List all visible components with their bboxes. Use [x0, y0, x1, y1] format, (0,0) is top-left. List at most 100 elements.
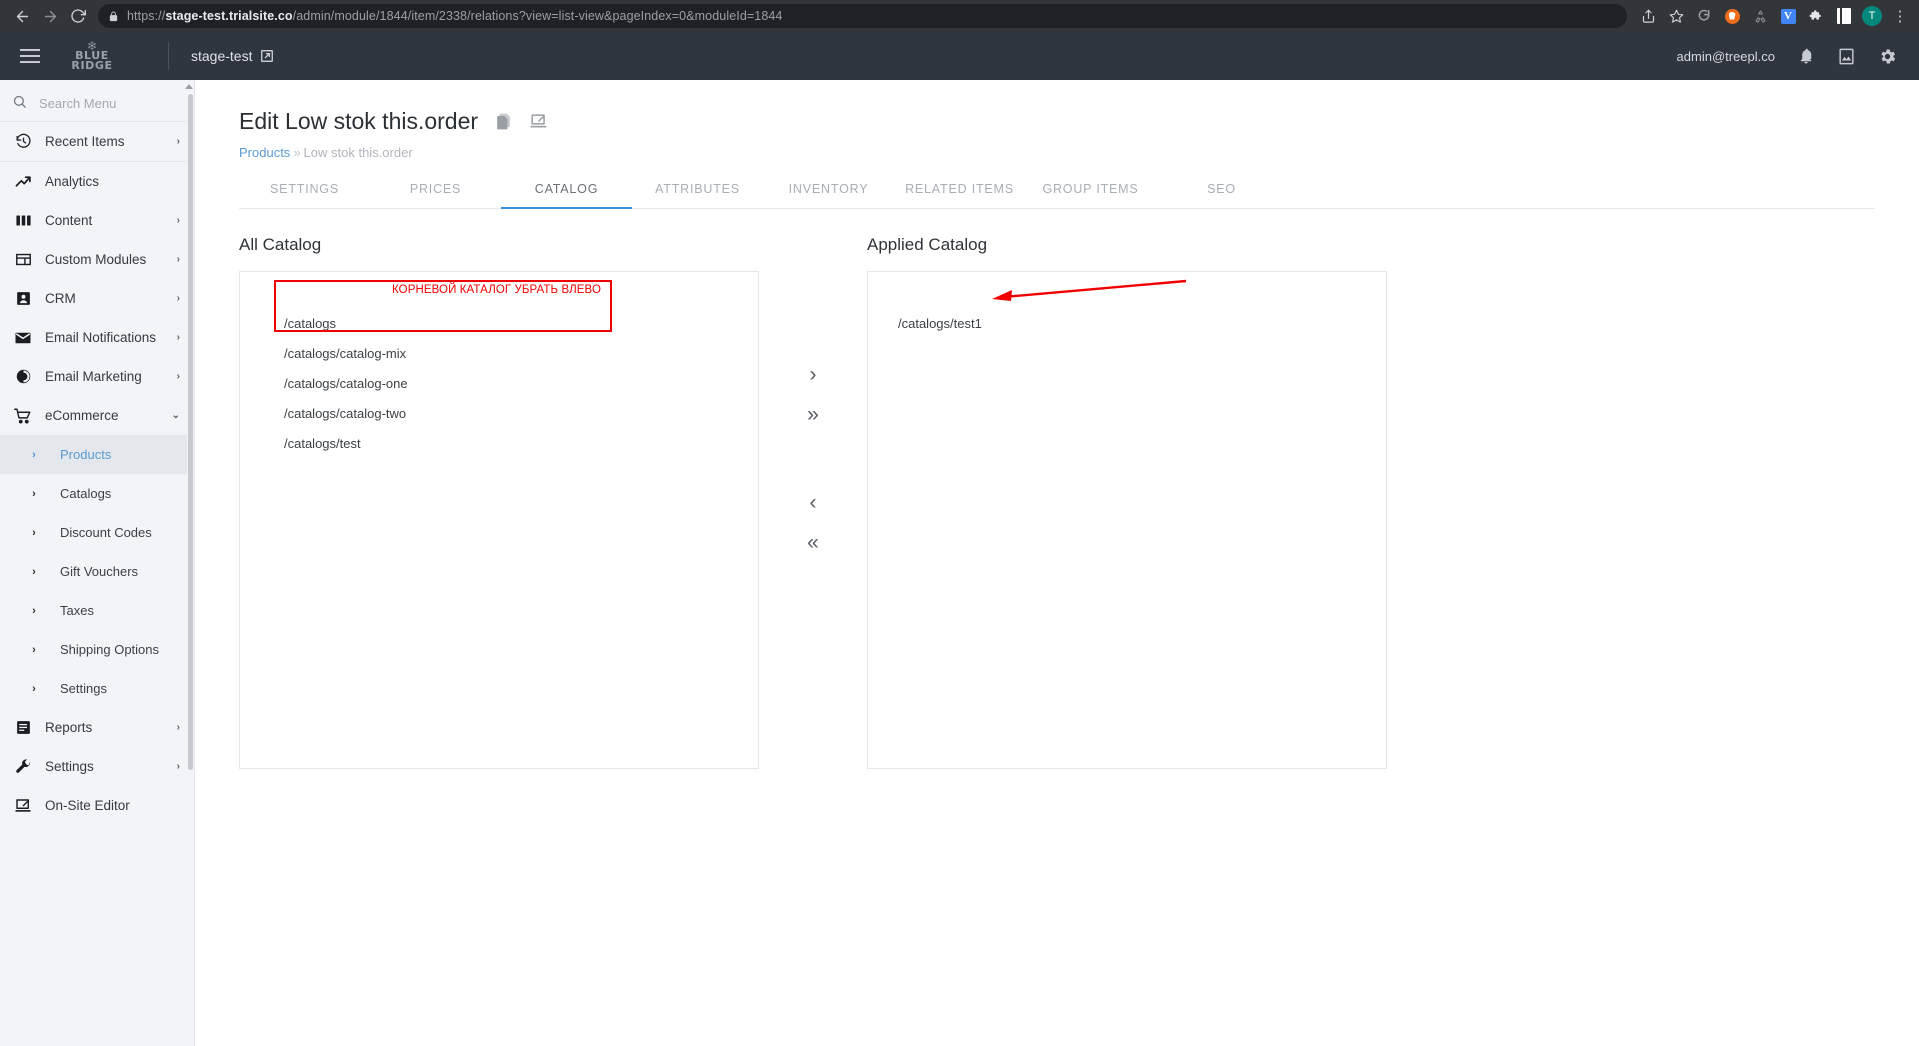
extension-orange-icon[interactable] — [1719, 3, 1745, 29]
tab-group-items[interactable]: GROUP ITEMS — [1025, 182, 1156, 208]
share-icon[interactable] — [1635, 3, 1661, 29]
browser-toolbar: https://stage-test.trialsite.co/admin/mo… — [0, 0, 1919, 32]
kebab-menu-icon[interactable]: ⋮ — [1887, 3, 1913, 29]
extension-recycle-icon[interactable] — [1747, 3, 1773, 29]
move-left-button[interactable]: ‹ — [794, 483, 832, 521]
site-link[interactable]: stage-test — [191, 48, 274, 64]
extension-puzzle-icon[interactable] — [1803, 3, 1829, 29]
all-catalog-listbox[interactable]: КОРНЕВОЙ КАТАЛОГ УБРАТЬ ВЛЕВО /catalogs … — [239, 271, 759, 769]
chevron-right-icon: › — [176, 293, 180, 304]
sidebar-item-content[interactable]: Content › — [0, 201, 194, 240]
list-item[interactable]: /catalogs/catalog-mix — [240, 339, 758, 369]
sidebar-item-label: On-Site Editor — [45, 798, 130, 813]
applied-catalog-listbox[interactable]: /catalogs/test1 — [867, 271, 1387, 769]
table-icon — [13, 251, 33, 268]
sidebar-item-reports[interactable]: Reports › — [0, 708, 194, 747]
sidebar-item-shipping-options[interactable]: › Shipping Options — [0, 630, 194, 669]
extension-loop-icon[interactable] — [1691, 3, 1717, 29]
external-link-icon[interactable] — [260, 49, 274, 63]
forward-arrow-icon[interactable] — [36, 2, 64, 30]
chevron-right-icon: › — [32, 487, 36, 500]
hamburger-menu-icon[interactable] — [8, 49, 52, 63]
move-right-button[interactable]: › — [794, 355, 832, 393]
gear-icon[interactable] — [1878, 47, 1897, 66]
sidebar-item-products[interactable]: › Products — [0, 435, 194, 474]
bookmark-star-icon[interactable] — [1663, 3, 1689, 29]
tab-settings[interactable]: SETTINGS — [239, 182, 370, 208]
chevron-right-icon: › — [32, 682, 36, 695]
app-logo[interactable]: ❄ BLUE RIDGE — [52, 40, 132, 71]
breadcrumb-separator: » — [293, 145, 301, 160]
sidebar-item-gift-vouchers[interactable]: › Gift Vouchers — [0, 552, 194, 591]
reload-icon[interactable] — [64, 2, 92, 30]
move-all-right-button[interactable]: » — [794, 395, 832, 433]
sidebar-item-email-marketing[interactable]: Email Marketing › — [0, 357, 194, 396]
extension-v-icon[interactable]: V — [1775, 3, 1801, 29]
sidebar-main-nav: Analytics Content › Custom Modules › CRM… — [0, 162, 194, 435]
list-item[interactable]: /catalogs/catalog-one — [240, 369, 758, 399]
catalog-transfer-widget: All Catalog КОРНЕВОЙ КАТАЛОГ УБРАТЬ ВЛЕВ… — [195, 235, 1919, 769]
address-bar[interactable]: https://stage-test.trialsite.co/admin/mo… — [98, 4, 1627, 28]
tab-attributes[interactable]: ATTRIBUTES — [632, 182, 763, 208]
search-menu-row[interactable]: Search Menu — [0, 86, 194, 122]
sidebar-item-label: CRM — [45, 291, 76, 306]
sidebar-item-label: Content — [45, 213, 93, 228]
sidebar-item-recent-items[interactable]: Recent Items › — [0, 122, 194, 161]
columns-icon — [13, 212, 33, 229]
sidebar-item-label: Products — [60, 447, 112, 462]
browser-extension-tray: V T ⋮ — [1635, 3, 1919, 29]
transfer-button-group: › » ‹ « — [759, 235, 867, 561]
sidebar-item-label: eCommerce — [45, 408, 119, 423]
sidebar-scroll-thumb[interactable] — [188, 94, 193, 770]
scroll-up-arrow-icon[interactable] — [185, 84, 193, 89]
sidebar-scrollbar[interactable] — [185, 80, 194, 1046]
header-actions: admin@treepl.co — [1677, 47, 1919, 66]
back-arrow-icon[interactable] — [8, 2, 36, 30]
sidebar-item-label: Email Marketing — [45, 369, 142, 384]
sidebar-item-label: Recent Items — [45, 134, 125, 149]
user-icon — [13, 290, 33, 307]
bell-icon[interactable] — [1797, 47, 1815, 65]
pie-chart-icon — [13, 368, 33, 385]
sidebar-item-taxes[interactable]: › Taxes — [0, 591, 194, 630]
sidebar-item-ecommerce-settings[interactable]: › Settings — [0, 669, 194, 708]
sidebar-item-catalogs[interactable]: › Catalogs — [0, 474, 194, 513]
sidebar-item-discount-codes[interactable]: › Discount Codes — [0, 513, 194, 552]
chevron-right-icon: › — [32, 643, 36, 656]
tab-related-items[interactable]: RELATED ITEMS — [894, 182, 1025, 208]
image-icon[interactable] — [1837, 47, 1856, 66]
sidebar-item-label: Shipping Options — [60, 642, 160, 657]
page-title: Edit Low stok this.order — [239, 108, 479, 134]
user-email[interactable]: admin@treepl.co — [1677, 49, 1775, 64]
tab-prices[interactable]: PRICES — [370, 182, 501, 208]
edit-icon[interactable] — [529, 112, 548, 131]
wrench-icon — [13, 758, 33, 776]
list-item[interactable]: /catalogs/catalog-two — [240, 399, 758, 429]
sidebar-item-on-site-editor[interactable]: On-Site Editor — [0, 786, 194, 825]
list-item[interactable]: /catalogs/test1 — [868, 294, 1386, 339]
list-item[interactable]: /catalogs/test — [240, 429, 758, 459]
sidebar-item-label: Gift Vouchers — [60, 564, 139, 579]
sidebar-item-analytics[interactable]: Analytics — [0, 162, 194, 201]
page-title-row: Edit Low stok this.order — [195, 80, 1919, 135]
breadcrumb-link-products[interactable]: Products — [239, 145, 290, 160]
profile-avatar[interactable]: T — [1859, 3, 1885, 29]
search-input[interactable]: Search Menu — [39, 96, 116, 111]
sidebar-item-settings[interactable]: Settings › — [0, 747, 194, 786]
sidebar-item-custom-modules[interactable]: Custom Modules › — [0, 240, 194, 279]
sidebar-item-crm[interactable]: CRM › — [0, 279, 194, 318]
sidebar-item-email-notifications[interactable]: Email Notifications › — [0, 318, 194, 357]
side-panel-icon[interactable] — [1831, 3, 1857, 29]
tab-inventory[interactable]: INVENTORY — [763, 182, 894, 208]
tab-catalog[interactable]: CATALOG — [501, 182, 632, 209]
tab-seo[interactable]: SEO — [1156, 182, 1287, 208]
sidebar-item-label: Discount Codes — [60, 525, 152, 540]
chevron-right-icon: › — [32, 604, 36, 617]
sidebar-item-label: Analytics — [45, 174, 100, 189]
move-all-left-button[interactable]: « — [794, 523, 832, 561]
duplicate-icon[interactable] — [494, 112, 513, 131]
chevron-right-icon: › — [32, 526, 36, 539]
url-scheme: https:// — [127, 9, 166, 23]
chevron-right-icon: › — [32, 448, 36, 461]
sidebar-item-ecommerce[interactable]: eCommerce ⌄ — [0, 396, 194, 435]
